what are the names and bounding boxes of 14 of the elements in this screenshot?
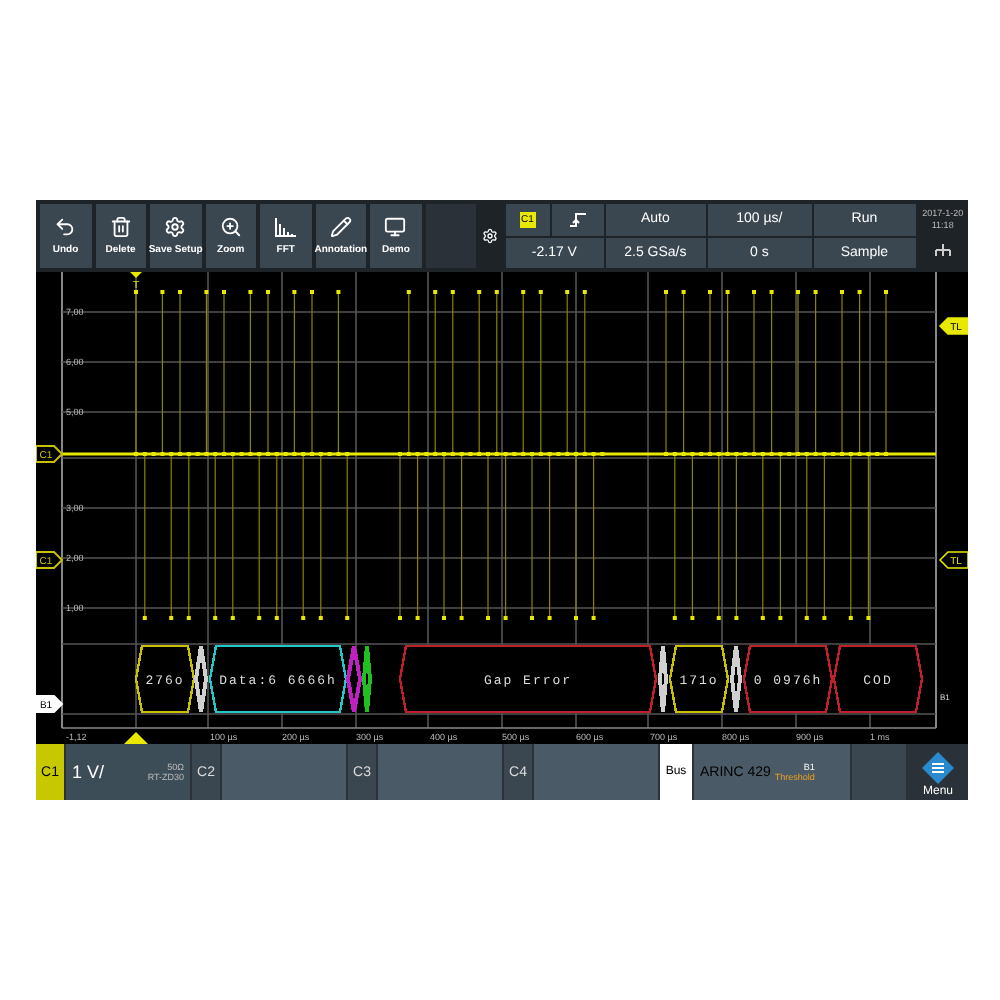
monitor-icon bbox=[384, 216, 407, 238]
blank-panel bbox=[852, 744, 906, 800]
trigger-slope[interactable] bbox=[551, 204, 604, 235]
gear-icon bbox=[164, 216, 187, 238]
menu-icon bbox=[922, 752, 954, 784]
blank-panel bbox=[425, 204, 477, 268]
undo-icon bbox=[54, 216, 77, 238]
pencil-icon bbox=[329, 216, 352, 238]
trash-icon bbox=[109, 216, 132, 238]
settings-icon bbox=[481, 228, 498, 244]
network-icon bbox=[933, 244, 952, 256]
zoom-icon bbox=[219, 216, 242, 238]
spectrum-icon bbox=[273, 217, 298, 237]
rising-edge-icon bbox=[567, 211, 588, 228]
